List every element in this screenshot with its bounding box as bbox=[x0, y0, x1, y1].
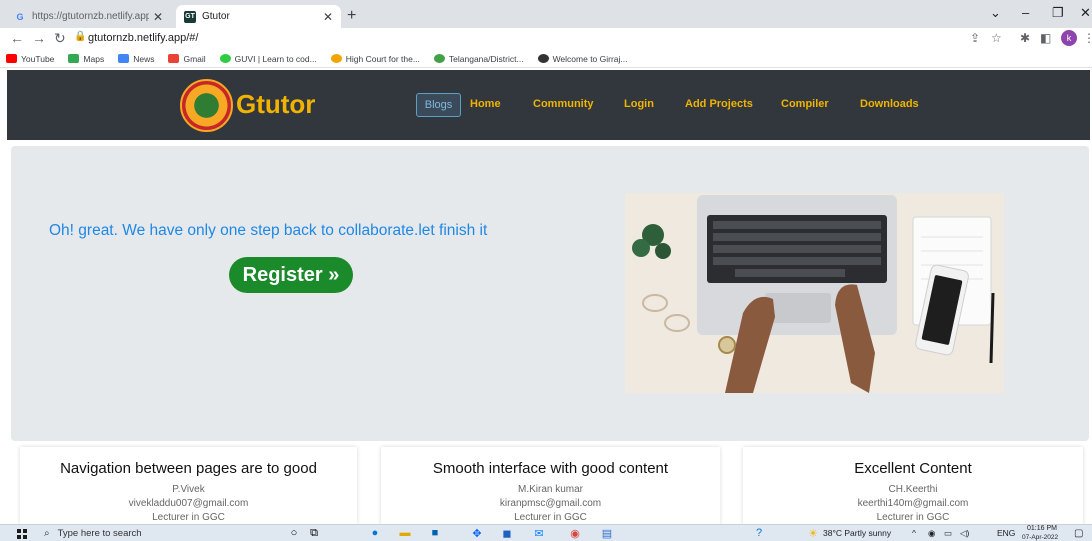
chrome-icon[interactable]: ◉ bbox=[568, 526, 582, 540]
url-field[interactable]: gtutornzb.netlify.app/#/ bbox=[88, 32, 198, 44]
restore-icon[interactable]: ❐ bbox=[1052, 5, 1064, 21]
card-author-role: Lecturer in GGC bbox=[152, 512, 225, 523]
close-tab-icon[interactable]: ✕ bbox=[153, 10, 163, 24]
bookmark-high-court[interactable]: High Court for the... bbox=[330, 54, 420, 64]
testimonial-card: Navigation between pages are to good P.V… bbox=[20, 447, 357, 525]
lock-icon: 🔒 bbox=[74, 31, 87, 42]
browser-tab-2[interactable]: GT Gtutor ✕ bbox=[176, 5, 341, 28]
address-bar-row: ← → ↻ 🔒 gtutornzb.netlify.app/#/ ⇪ ☆ ✱ ◧… bbox=[0, 28, 1092, 50]
site-navbar: Gtutor Blogs Home Community Login Add Pr… bbox=[7, 70, 1090, 140]
bookmark-star-icon[interactable]: ☆ bbox=[991, 31, 1002, 45]
nav-add-projects[interactable]: Add Projects bbox=[685, 98, 753, 110]
clock-date[interactable]: 07-Apr-2022 bbox=[1022, 534, 1058, 541]
tray-chevron-icon[interactable]: ^ bbox=[912, 528, 916, 538]
dropbox-icon[interactable]: ✥ bbox=[470, 526, 484, 540]
volume-icon[interactable]: ◁) bbox=[960, 528, 969, 539]
card-author-name: P.Vivek bbox=[172, 484, 205, 495]
college-logo-icon[interactable] bbox=[180, 79, 233, 132]
reload-icon[interactable]: ↻ bbox=[54, 30, 66, 47]
card-author-role: Lecturer in GGC bbox=[876, 512, 950, 523]
news-icon bbox=[118, 54, 130, 63]
card-author-name: CH.Keerthi bbox=[888, 484, 938, 495]
app-icon[interactable]: ◼ bbox=[500, 526, 514, 540]
language-indicator[interactable]: ENG bbox=[997, 528, 1015, 538]
nav-login[interactable]: Login bbox=[624, 98, 654, 110]
guvi-icon bbox=[219, 54, 231, 63]
bookmark-gmail[interactable]: Gmail bbox=[168, 54, 206, 64]
minimize-icon[interactable]: – bbox=[1022, 5, 1029, 20]
globe-icon bbox=[537, 54, 549, 63]
close-tab-icon[interactable]: ✕ bbox=[323, 10, 333, 24]
close-window-icon[interactable]: ✕ bbox=[1080, 5, 1091, 21]
nav-compiler[interactable]: Compiler bbox=[781, 98, 829, 110]
notifications-icon[interactable]: ▢ bbox=[1074, 528, 1083, 539]
bookmark-youtube[interactable]: YouTube bbox=[6, 54, 54, 64]
testimonial-card: Excellent Content CH.Keerthi keerthi140m… bbox=[743, 447, 1083, 525]
cortana-icon[interactable]: ○ bbox=[287, 526, 301, 540]
edge-icon[interactable]: ● bbox=[368, 526, 382, 540]
hero-section: Oh! great. We have only one step back to… bbox=[11, 146, 1089, 441]
side-panel-icon[interactable]: ◧ bbox=[1040, 31, 1051, 45]
bookmark-telangana[interactable]: Telangana/District... bbox=[433, 54, 524, 64]
bookmark-guvi[interactable]: GUVI | Learn to cod... bbox=[219, 54, 317, 64]
telangana-icon bbox=[433, 54, 445, 63]
brand-title[interactable]: Gtutor bbox=[236, 89, 315, 120]
profile-avatar[interactable]: k bbox=[1061, 30, 1077, 46]
windows-taskbar: ⌕ Type here to search ○ ⧉ ● ▬ ■ ✥ ◼ ✉ ◉ … bbox=[0, 524, 1092, 541]
weather-icon: ☀ bbox=[808, 527, 818, 540]
tab-title: Gtutor bbox=[202, 11, 230, 22]
card-author-role: Lecturer in GGC bbox=[514, 512, 587, 523]
high-court-icon bbox=[330, 54, 342, 63]
gtutor-favicon-icon: GT bbox=[184, 10, 196, 23]
register-button[interactable]: Register » bbox=[229, 257, 353, 293]
testimonial-card: Smooth interface with good content M.Kir… bbox=[381, 447, 720, 525]
tab-title: https://gtutornzb.netlify.app/ bbox=[32, 11, 149, 22]
tab-search-icon[interactable]: ⌄ bbox=[990, 5, 1001, 21]
nav-blogs[interactable]: Blogs bbox=[416, 93, 461, 117]
search-icon: ⌕ bbox=[44, 528, 50, 539]
card-author-name: M.Kiran kumar bbox=[517, 484, 583, 495]
weather-text[interactable]: 38°C Partly sunny bbox=[823, 528, 891, 538]
nav-downloads[interactable]: Downloads bbox=[860, 98, 919, 110]
gmail-icon bbox=[168, 54, 180, 63]
card-author-email: kiranpmsc@gmail.com bbox=[499, 498, 602, 509]
youtube-icon bbox=[6, 54, 17, 63]
network-icon[interactable]: ◉ bbox=[928, 528, 935, 539]
bookmark-news[interactable]: News bbox=[118, 54, 154, 64]
card-author-email: vivekladdu007@gmail.com bbox=[128, 498, 249, 509]
store-icon[interactable]: ■ bbox=[428, 526, 442, 540]
notepad-icon[interactable]: ▤ bbox=[600, 526, 614, 540]
laptop-typing-image bbox=[625, 193, 1004, 393]
extensions-icon[interactable]: ✱ bbox=[1020, 31, 1030, 45]
bookmark-maps[interactable]: Maps bbox=[68, 54, 104, 64]
help-icon[interactable]: ? bbox=[752, 526, 766, 540]
bookmark-girraj[interactable]: Welcome to Girraj... bbox=[537, 54, 628, 64]
menu-icon[interactable]: ⋮ bbox=[1083, 31, 1092, 45]
maps-icon bbox=[68, 54, 80, 63]
nav-community[interactable]: Community bbox=[533, 98, 594, 110]
forward-icon[interactable]: → bbox=[32, 30, 46, 46]
card-title: Excellent Content bbox=[854, 460, 972, 477]
back-icon[interactable]: ← bbox=[10, 30, 24, 46]
task-view-icon[interactable]: ⧉ bbox=[307, 526, 321, 540]
taskbar-search-input[interactable]: ⌕ Type here to search bbox=[44, 526, 264, 541]
windows-start-icon[interactable] bbox=[17, 529, 27, 539]
hero-message: Oh! great. We have only one step back to… bbox=[49, 222, 488, 239]
card-author-email: keerthi140m@gmail.com bbox=[857, 498, 969, 509]
battery-icon[interactable]: ▭ bbox=[944, 528, 952, 539]
browser-tab-1[interactable]: G https://gtutornzb.netlify.app/ ✕ bbox=[6, 5, 171, 28]
share-icon[interactable]: ⇪ bbox=[970, 31, 980, 45]
card-title: Smooth interface with good content bbox=[432, 460, 669, 477]
laptop-illustration-icon bbox=[625, 193, 1004, 393]
clock-time[interactable]: 01:16 PM bbox=[1027, 525, 1057, 532]
browser-tab-strip: G https://gtutornzb.netlify.app/ ✕ GT Gt… bbox=[0, 0, 1092, 28]
new-tab-icon[interactable]: + bbox=[347, 7, 356, 25]
file-explorer-icon[interactable]: ▬ bbox=[398, 526, 412, 540]
mail-icon[interactable]: ✉ bbox=[532, 526, 546, 540]
search-placeholder: Type here to search bbox=[57, 528, 142, 539]
nav-home[interactable]: Home bbox=[470, 98, 501, 110]
bookmarks-bar: YouTube Maps News Gmail GUVI | Learn to … bbox=[0, 50, 1092, 68]
google-favicon-icon: G bbox=[16, 11, 24, 22]
card-title: Navigation between pages are to good bbox=[60, 460, 317, 477]
